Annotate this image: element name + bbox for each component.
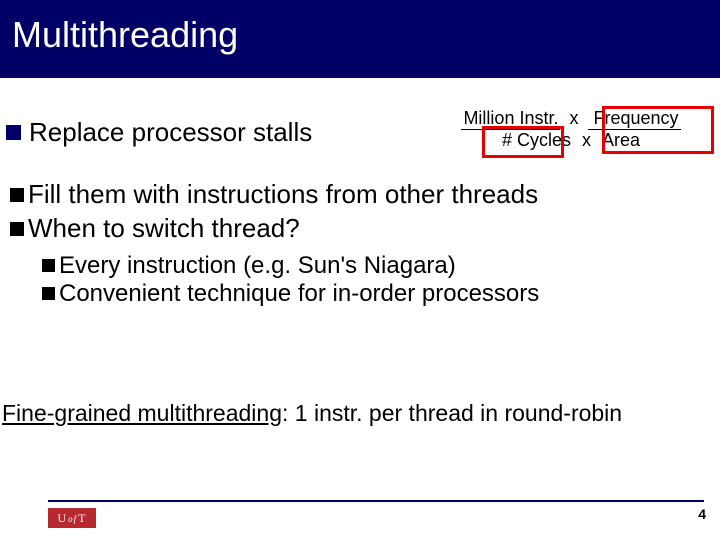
performance-equation: Million Instr. x Frequency # Cycles x Ar… xyxy=(432,108,710,156)
square-bullet-icon xyxy=(10,222,24,236)
title-bar: Multithreading xyxy=(0,0,720,78)
bullet-text: When to switch thread? xyxy=(28,212,300,246)
uoft-logo: U of T xyxy=(48,508,96,528)
bullet-every-instruction: Every instruction (e.g. Sun's Niagara) xyxy=(42,252,714,280)
page-number: 4 xyxy=(698,506,706,522)
bullet-replace-stalls: Replace processor stalls xyxy=(6,117,312,148)
highlight-box-cycles xyxy=(482,126,564,158)
footnote-desc: : 1 instr. per thread in round-robin xyxy=(282,400,622,426)
logo-t: T xyxy=(78,511,86,526)
bullet-convenient-technique: Convenient technique for in-order proces… xyxy=(42,280,714,308)
bullet-text: Convenient technique for in-order proces… xyxy=(59,280,539,308)
eq-times1: x xyxy=(565,108,582,129)
logo-of: of xyxy=(67,514,78,524)
footnote: Fine-grained multithreading: 1 instr. pe… xyxy=(2,400,622,427)
slide: Multithreading Replace processor stalls … xyxy=(0,0,720,540)
square-bullet-icon xyxy=(42,287,55,300)
footer-divider xyxy=(48,500,704,502)
square-bullet-icon xyxy=(42,259,55,272)
bullet-when-switch: When to switch thread? xyxy=(10,212,714,246)
row-replace-stalls: Replace processor stalls Million Instr. … xyxy=(6,108,714,156)
slide-title: Multithreading xyxy=(12,14,238,56)
slide-body: Replace processor stalls Million Instr. … xyxy=(0,78,720,308)
highlight-box-frequency xyxy=(602,106,714,154)
bullets-level3: Every instruction (e.g. Sun's Niagara) C… xyxy=(6,252,714,308)
bullet-fill-instructions: Fill them with instructions from other t… xyxy=(10,178,714,212)
bullet-text: Fill them with instructions from other t… xyxy=(28,178,538,212)
eq-times2: x xyxy=(578,130,595,151)
bullet-text: Replace processor stalls xyxy=(29,117,312,148)
bullet-text: Every instruction (e.g. Sun's Niagara) xyxy=(59,252,456,280)
logo-u: U xyxy=(57,511,67,526)
footnote-term: Fine-grained multithreading xyxy=(2,400,282,426)
square-bullet-icon xyxy=(6,125,21,140)
bullets-level2: Fill them with instructions from other t… xyxy=(6,178,714,246)
square-bullet-icon xyxy=(10,188,24,202)
